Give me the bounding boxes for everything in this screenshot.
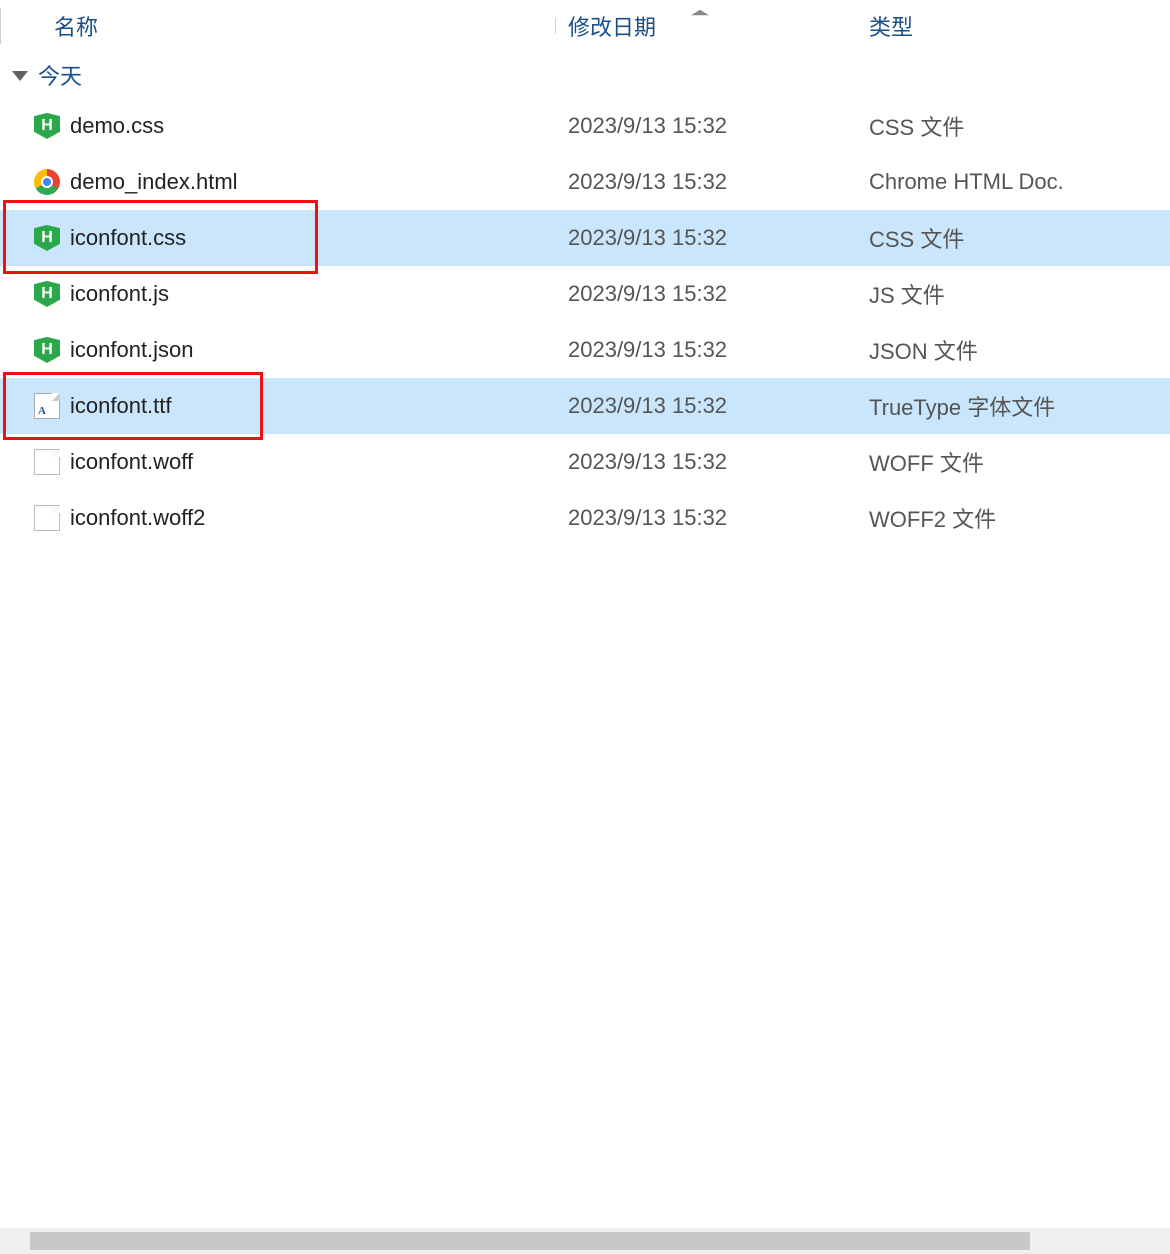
file-icon-cell	[0, 449, 70, 475]
column-separator	[0, 8, 1, 44]
file-name: iconfont.json	[70, 337, 555, 363]
file-type: JSON 文件	[855, 334, 1170, 366]
file-type: WOFF2 文件	[855, 502, 1170, 534]
group-header[interactable]: 今天	[0, 52, 1170, 98]
file-row[interactable]: iconfont.css2023/9/13 15:32CSS 文件	[0, 210, 1170, 266]
file-icon-cell	[0, 113, 70, 139]
file-date: 2023/9/13 15:32	[555, 169, 855, 195]
group-label: 今天	[38, 59, 82, 91]
file-name: iconfont.css	[70, 225, 555, 251]
chevron-down-icon	[12, 71, 28, 81]
column-header-date[interactable]: 修改日期	[555, 10, 855, 42]
file-row[interactable]: iconfont.ttf2023/9/13 15:32TrueType 字体文件	[0, 378, 1170, 434]
file-type: JS 文件	[855, 278, 1170, 310]
ttf-file-icon	[34, 393, 60, 419]
file-type: CSS 文件	[855, 110, 1170, 142]
file-type: WOFF 文件	[855, 446, 1170, 478]
file-icon-cell	[0, 393, 70, 419]
hbuilder-file-icon	[34, 225, 60, 251]
blank-file-icon	[34, 505, 60, 531]
file-icon-cell	[0, 337, 70, 363]
file-date: 2023/9/13 15:32	[555, 449, 855, 475]
file-name: iconfont.woff	[70, 449, 555, 475]
column-header-name[interactable]: 名称	[0, 10, 555, 42]
file-date: 2023/9/13 15:32	[555, 393, 855, 419]
file-name: demo_index.html	[70, 169, 555, 195]
file-icon-cell	[0, 169, 70, 195]
column-header-date-label: 修改日期	[568, 15, 656, 40]
file-icon-cell	[0, 225, 70, 251]
file-date: 2023/9/13 15:32	[555, 113, 855, 139]
column-header-type[interactable]: 类型	[855, 10, 1170, 42]
hbuilder-file-icon	[34, 281, 60, 307]
sort-ascending-icon	[691, 10, 709, 15]
file-date: 2023/9/13 15:32	[555, 505, 855, 531]
hbuilder-file-icon	[34, 337, 60, 363]
column-header-row: 名称 修改日期 类型	[0, 0, 1170, 52]
file-type: CSS 文件	[855, 222, 1170, 254]
blank-file-icon	[34, 449, 60, 475]
file-icon-cell	[0, 281, 70, 307]
file-row[interactable]: iconfont.json2023/9/13 15:32JSON 文件	[0, 322, 1170, 378]
file-row[interactable]: demo.css2023/9/13 15:32CSS 文件	[0, 98, 1170, 154]
file-name: iconfont.woff2	[70, 505, 555, 531]
file-type: Chrome HTML Doc.	[855, 169, 1170, 195]
column-separator	[555, 18, 556, 34]
horizontal-scrollbar[interactable]	[0, 1228, 1170, 1254]
file-icon-cell	[0, 505, 70, 531]
file-row[interactable]: iconfont.woff2023/9/13 15:32WOFF 文件	[0, 434, 1170, 490]
file-date: 2023/9/13 15:32	[555, 281, 855, 307]
file-name: iconfont.ttf	[70, 393, 555, 419]
file-type: TrueType 字体文件	[855, 390, 1170, 422]
hbuilder-file-icon	[34, 113, 60, 139]
column-header-type-label: 类型	[869, 15, 913, 40]
file-name: demo.css	[70, 113, 555, 139]
horizontal-scrollbar-thumb[interactable]	[30, 1232, 1030, 1250]
file-name: iconfont.js	[70, 281, 555, 307]
file-row[interactable]: demo_index.html2023/9/13 15:32Chrome HTM…	[0, 154, 1170, 210]
file-row[interactable]: iconfont.js2023/9/13 15:32JS 文件	[0, 266, 1170, 322]
file-list: demo.css2023/9/13 15:32CSS 文件demo_index.…	[0, 98, 1170, 546]
file-date: 2023/9/13 15:32	[555, 337, 855, 363]
file-date: 2023/9/13 15:32	[555, 225, 855, 251]
chrome-file-icon	[34, 169, 60, 195]
file-row[interactable]: iconfont.woff22023/9/13 15:32WOFF2 文件	[0, 490, 1170, 546]
